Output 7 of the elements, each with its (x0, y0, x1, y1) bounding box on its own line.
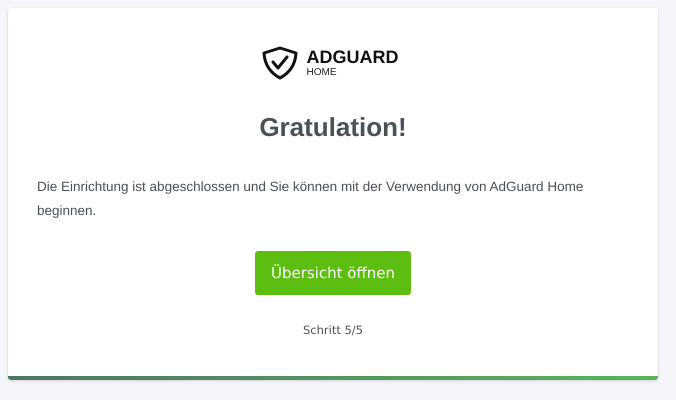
step-indicator: Schritt 5/5 (302, 323, 363, 337)
shield-check-icon (262, 46, 298, 80)
logo-name: ADGUARD (306, 48, 398, 66)
logo-subtitle: HOME (306, 66, 338, 78)
message-text: Die Einrichtung ist abgeschlossen und Sie können mit der Verwendung von AdGuard Home beginnen. (37, 178, 584, 220)
page-title: Gratulation! (259, 112, 407, 143)
open-dashboard-button[interactable]: Übersicht öffnen (254, 251, 412, 295)
